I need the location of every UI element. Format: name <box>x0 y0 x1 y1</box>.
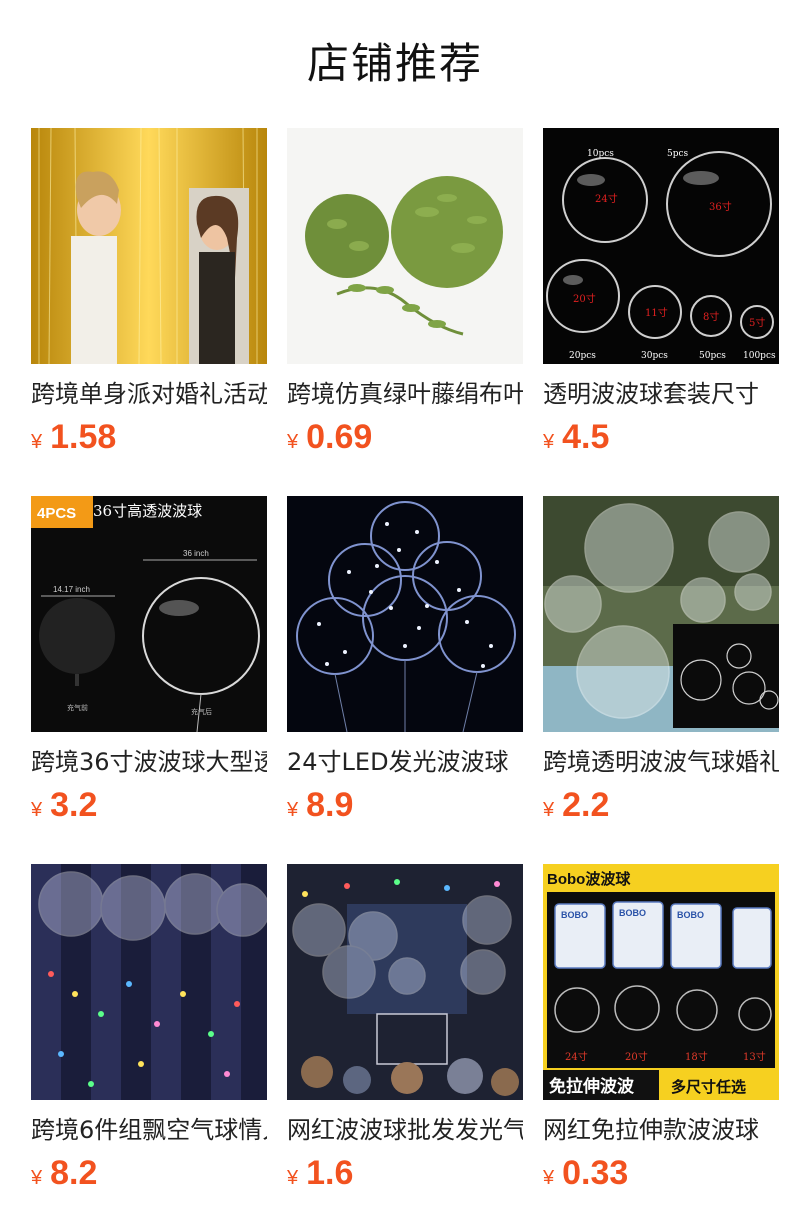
price-value: 3.2 <box>50 786 98 824</box>
product-image[interactable] <box>287 864 523 1100</box>
image-label: 100pcs <box>743 351 776 361</box>
product-price: ¥ 0.69 <box>287 418 523 457</box>
product-image[interactable] <box>287 496 523 732</box>
product-card[interactable]: Bobo波波球 BOBO BOBO BOBO 24寸 20寸 18寸 13寸 免… <box>543 864 779 1232</box>
image-label: 充气后 <box>191 707 212 716</box>
product-image[interactable] <box>31 864 267 1100</box>
image-label: 36 inch <box>183 549 209 558</box>
product-card[interactable]: 网红波波球批发发光气球 ¥ 1.6 <box>287 864 523 1232</box>
price-value: 2.2 <box>562 786 610 824</box>
image-label: 4PCS <box>37 505 76 522</box>
product-price: ¥ 4.5 <box>543 418 779 457</box>
product-card[interactable]: 跨境仿真绿叶藤绢布叶子 ¥ 0.69 <box>287 128 523 496</box>
image-label: 13寸 <box>743 1050 766 1063</box>
product-image[interactable] <box>543 496 779 732</box>
image-label: 多尺寸任选 <box>671 1078 746 1096</box>
product-image[interactable] <box>31 128 267 364</box>
price-value: 1.6 <box>306 1154 354 1192</box>
image-label: Bobo波波球 <box>547 870 631 888</box>
product-name[interactable]: 24寸LED发光波波球 <box>287 746 523 778</box>
image-label: 10pcs <box>587 149 614 159</box>
product-price: ¥ 1.58 <box>31 418 267 457</box>
product-price: ¥ 8.2 <box>31 1154 267 1193</box>
product-name[interactable]: 网红波波球批发发光气球 <box>287 1114 523 1146</box>
product-price: ¥ 3.2 <box>31 786 267 825</box>
image-label: 11寸 <box>645 306 668 319</box>
product-price: ¥ 8.9 <box>287 786 523 825</box>
product-name[interactable]: 跨境36寸波波球大型透明气球 <box>31 746 267 778</box>
image-label: 30pcs <box>641 351 668 361</box>
image-label: BOBO <box>561 910 588 920</box>
product-grid: 跨境单身派对婚礼活动金色流苏门帘 ¥ 1.58 <box>31 128 779 1232</box>
product-name[interactable]: 跨境单身派对婚礼活动金色流苏门帘 <box>31 378 267 410</box>
currency-symbol: ¥ <box>543 799 555 821</box>
image-label: 14.17 inch <box>53 585 90 594</box>
image-label: 5寸 <box>749 316 765 329</box>
currency-symbol: ¥ <box>543 431 555 453</box>
currency-symbol: ¥ <box>31 799 43 821</box>
product-card[interactable]: 24寸LED发光波波球 ¥ 8.9 <box>287 496 523 864</box>
image-label: 36寸高透波波球 <box>93 502 202 520</box>
currency-symbol: ¥ <box>287 431 299 453</box>
image-label: 24寸 <box>595 192 618 205</box>
product-card[interactable]: 4PCS 36寸高透波波球 14.17 inch 36 inch 充气前 充气后… <box>31 496 267 864</box>
currency-symbol: ¥ <box>31 431 43 453</box>
product-card[interactable]: 跨境单身派对婚礼活动金色流苏门帘 ¥ 1.58 <box>31 128 267 496</box>
image-label: 36寸 <box>709 200 732 213</box>
currency-symbol: ¥ <box>31 1167 43 1189</box>
currency-symbol: ¥ <box>287 799 299 821</box>
product-price: ¥ 2.2 <box>543 786 779 825</box>
image-label: 8寸 <box>703 310 719 323</box>
image-label: 充气前 <box>67 703 88 712</box>
product-name[interactable]: 跨境仿真绿叶藤绢布叶子 <box>287 378 523 410</box>
page-title: 店铺推荐 <box>306 39 483 88</box>
product-image[interactable]: Bobo波波球 BOBO BOBO BOBO 24寸 20寸 18寸 13寸 免… <box>543 864 779 1100</box>
product-card[interactable]: 10pcs 5pcs 20pcs 30pcs 50pcs 100pcs 24寸 … <box>543 128 779 496</box>
price-value: 0.69 <box>306 418 373 456</box>
product-name[interactable]: 网红免拉伸款波波球 <box>543 1114 779 1146</box>
price-value: 4.5 <box>562 418 610 456</box>
price-value: 8.9 <box>306 786 354 824</box>
image-label: 20寸 <box>625 1050 648 1063</box>
image-label: 免拉伸波波 <box>549 1076 635 1097</box>
image-label: 24寸 <box>565 1050 588 1063</box>
image-label: 20寸 <box>573 292 596 305</box>
product-image[interactable] <box>287 128 523 364</box>
product-price: ¥ 1.6 <box>287 1154 523 1193</box>
price-value: 8.2 <box>50 1154 98 1192</box>
image-label: BOBO <box>619 908 646 918</box>
image-label: 20pcs <box>569 351 596 361</box>
image-label: 18寸 <box>685 1050 708 1063</box>
product-name[interactable]: 跨境透明波波气球婚礼装饰 <box>543 746 779 778</box>
product-card[interactable]: 跨境透明波波气球婚礼装饰 ¥ 2.2 <box>543 496 779 864</box>
product-image[interactable]: 4PCS 36寸高透波波球 14.17 inch 36 inch 充气前 充气后 <box>31 496 267 732</box>
currency-symbol: ¥ <box>543 1167 555 1189</box>
price-value: 1.58 <box>50 418 117 456</box>
price-value: 0.33 <box>562 1154 629 1192</box>
product-name[interactable]: 跨境6件组飘空气球情人节装饰 <box>31 1114 267 1146</box>
product-card[interactable]: 跨境6件组飘空气球情人节装饰 ¥ 8.2 <box>31 864 267 1232</box>
product-name[interactable]: 透明波波球套装尺寸 <box>543 378 779 410</box>
currency-symbol: ¥ <box>287 1167 299 1189</box>
image-label: 5pcs <box>667 149 689 159</box>
product-image[interactable]: 10pcs 5pcs 20pcs 30pcs 50pcs 100pcs 24寸 … <box>543 128 779 364</box>
product-price: ¥ 0.33 <box>543 1154 779 1193</box>
image-label: BOBO <box>677 910 704 920</box>
image-label: 50pcs <box>699 351 726 361</box>
